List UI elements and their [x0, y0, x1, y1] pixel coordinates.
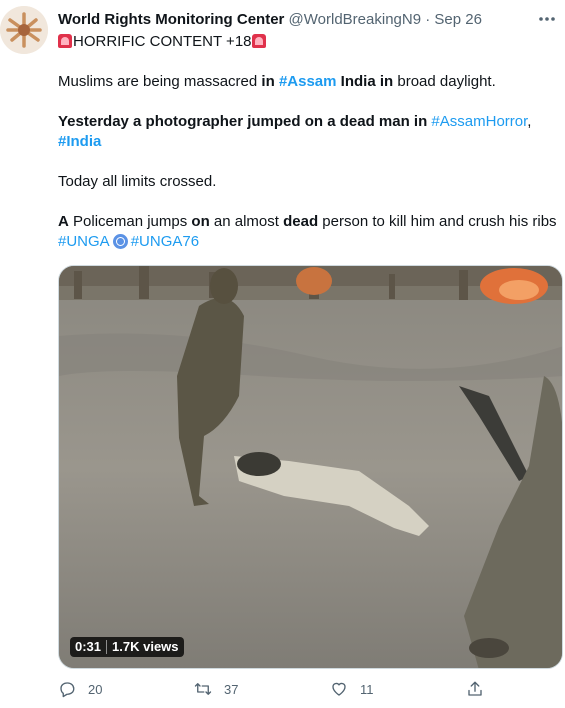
- text-span: in: [261, 73, 275, 90]
- text-span: an almost: [209, 213, 284, 230]
- tweet-actions: 20 37 11: [58, 680, 498, 704]
- heart-icon: [332, 682, 346, 696]
- retweet-button[interactable]: 37: [194, 680, 238, 698]
- like-count: 11: [360, 681, 374, 697]
- header-separator: ·: [425, 11, 431, 28]
- author-handle[interactable]: @WorldBreakingN9: [289, 11, 422, 28]
- reply-icon: [60, 682, 75, 698]
- text-span: India: [340, 73, 376, 90]
- hashtag-assamhorror[interactable]: #AssamHorror: [431, 113, 527, 130]
- retweet-icon: [194, 683, 212, 695]
- tweet-line-2: Yesterday a photographer jumped on a dea…: [58, 112, 558, 152]
- reply-count: 20: [88, 681, 103, 697]
- hashtag-unga76[interactable]: #UNGA76: [131, 233, 199, 250]
- video-thumbnail: [59, 266, 562, 668]
- tweet-header: World Rights Monitoring Center @WorldBre…: [58, 10, 525, 30]
- hashtag-assam[interactable]: #Assam: [279, 73, 337, 90]
- text-span: Policeman jumps: [68, 213, 192, 230]
- text-span: on: [191, 213, 210, 230]
- text-span: person to kill him and crush his ribs: [318, 213, 557, 230]
- content-warning: HORRIFIC CONTENT +18: [58, 32, 558, 52]
- tweet-body: HORRIFIC CONTENT +18 Muslims are being m…: [58, 32, 558, 252]
- share-icon: [468, 681, 482, 696]
- siren-icon: [251, 34, 266, 48]
- video-views: 1.7K views: [112, 639, 179, 654]
- retweet-count: 37: [224, 681, 239, 697]
- warning-text: HORRIFIC CONTENT +18: [73, 33, 252, 50]
- text-span: dead: [283, 213, 319, 230]
- video-player[interactable]: 0:31 1.7K views: [58, 265, 563, 669]
- like-button[interactable]: 11: [330, 680, 374, 698]
- share-button[interactable]: [466, 680, 484, 698]
- text-span: Muslims are being massacred: [58, 73, 262, 90]
- author-name[interactable]: World Rights Monitoring Center: [58, 11, 284, 28]
- un-flag-icon: [112, 234, 128, 249]
- reply-button[interactable]: 20: [58, 680, 102, 698]
- author-avatar[interactable]: [0, 6, 48, 54]
- video-stats-badge: 0:31 1.7K views: [70, 637, 184, 657]
- text-span: A: [58, 213, 69, 230]
- more-options-button[interactable]: [535, 11, 559, 27]
- siren-icon: [58, 34, 72, 48]
- text-span: in: [379, 73, 394, 90]
- text-span: broad daylight.: [393, 73, 496, 90]
- tweet-line-4: A Policeman jumps on an almost dead pers…: [58, 212, 558, 252]
- tweet-line-1: Muslims are being massacred in #Assam In…: [58, 72, 558, 92]
- text-span: ,: [527, 113, 532, 130]
- text-span: Yesterday a photographer jumped on a dea…: [58, 113, 432, 130]
- video-duration: 0:31: [75, 639, 102, 654]
- hashtag-unga[interactable]: #UNGA: [58, 233, 110, 250]
- hashtag-india[interactable]: #India: [58, 133, 101, 150]
- more-horizontal-icon: [539, 17, 555, 21]
- tweet-line-3: Today all limits crossed.: [58, 173, 217, 190]
- tweet-date[interactable]: Sep 26: [434, 11, 482, 28]
